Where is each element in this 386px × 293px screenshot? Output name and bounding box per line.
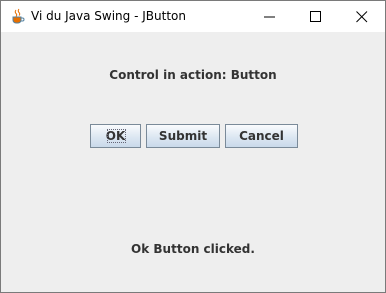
submit-button[interactable]: Submit bbox=[146, 124, 220, 148]
focus-indicator bbox=[107, 129, 126, 143]
window-title: Vi du Java Swing - JButton bbox=[31, 9, 186, 23]
content-panel: Control in action: Button OK Submit Canc… bbox=[1, 32, 385, 292]
close-button[interactable] bbox=[339, 1, 385, 32]
minimize-icon bbox=[264, 16, 275, 18]
application-window: Vi du Java Swing - JButton Control in ac… bbox=[0, 0, 386, 293]
java-coffee-icon[interactable] bbox=[10, 8, 26, 24]
status-label: Ok Button clicked. bbox=[131, 242, 255, 256]
cancel-button-label: Cancel bbox=[239, 129, 284, 143]
maximize-button[interactable] bbox=[293, 1, 339, 32]
title-bar[interactable]: Vi du Java Swing - JButton bbox=[1, 1, 385, 32]
submit-button-label: Submit bbox=[158, 129, 208, 143]
maximize-icon bbox=[310, 11, 321, 22]
close-icon bbox=[356, 11, 368, 23]
header-label: Control in action: Button bbox=[109, 68, 277, 82]
minimize-button[interactable] bbox=[247, 1, 293, 32]
cancel-button[interactable]: Cancel bbox=[225, 124, 298, 148]
ok-button[interactable]: OK bbox=[90, 124, 141, 148]
